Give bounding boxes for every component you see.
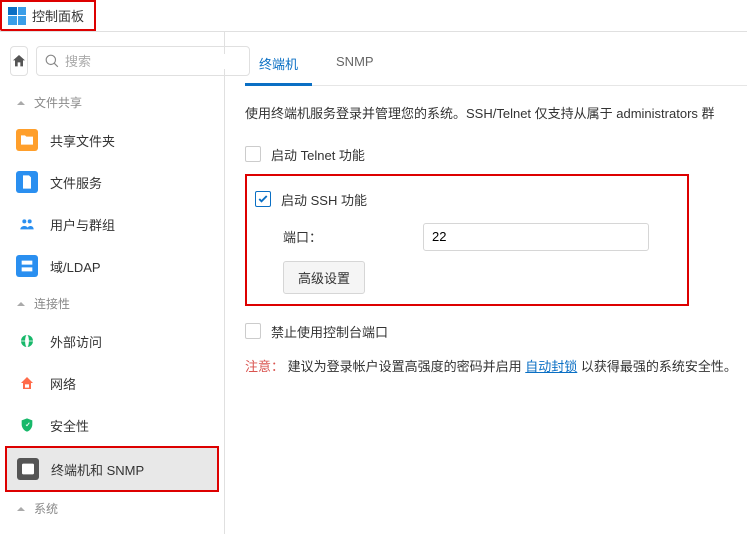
main-panel: 终端机 SNMP 使用终端机服务登录并管理您的系统。SSH/Telnet 仅支持… <box>225 32 747 534</box>
sidebar: 文件共享 共享文件夹 文件服务 用户与群组 域/LDAP 连接性 外部访问 <box>0 32 225 534</box>
notice-body1: 建议为登录帐户设置高强度的密码并启用 <box>288 359 526 374</box>
sidebar-item-label: 网络 <box>50 374 76 393</box>
port-input[interactable] <box>423 223 649 251</box>
sidebar-item-user-group[interactable]: 用户与群组 <box>0 203 224 245</box>
sidebar-item-external[interactable]: 外部访问 <box>0 320 224 362</box>
home-button[interactable] <box>10 46 28 76</box>
description-text: 使用终端机服务登录并管理您的系统。SSH/Telnet 仅支持从属于 admin… <box>245 86 747 139</box>
ssh-checkbox-row[interactable]: 启动 SSH 功能 <box>255 184 679 215</box>
chevron-up-icon <box>16 504 26 514</box>
search-row <box>0 40 224 86</box>
sidebar-item-label: 用户与群组 <box>50 215 115 234</box>
section-label: 连接性 <box>34 295 70 312</box>
home-icon <box>11 53 27 69</box>
window-titlebar: 控制面板 <box>0 0 96 31</box>
ssh-label: 启动 SSH 功能 <box>281 190 367 209</box>
section-label: 文件共享 <box>34 94 82 111</box>
folder-icon <box>16 129 38 151</box>
section-label: 系统 <box>34 500 58 517</box>
section-system[interactable]: 系统 <box>0 492 224 525</box>
checkbox-unchecked-icon[interactable] <box>245 146 261 162</box>
tabbar: 终端机 SNMP <box>245 32 747 86</box>
users-icon <box>16 213 38 235</box>
sidebar-item-label: 共享文件夹 <box>50 131 115 150</box>
port-label: 端口： <box>283 227 413 246</box>
port-field-row: 端口： <box>255 215 679 261</box>
sidebar-item-label: 安全性 <box>50 416 89 435</box>
sidebar-item-security[interactable]: 安全性 <box>0 404 224 446</box>
file-service-icon <box>16 171 38 193</box>
sidebar-item-terminal[interactable]: 终端机和 SNMP <box>7 448 217 490</box>
sidebar-item-label: 域/LDAP <box>50 257 101 276</box>
terminal-icon <box>17 458 39 480</box>
sidebar-item-label: 终端机和 SNMP <box>51 460 144 479</box>
chevron-up-icon <box>16 98 26 108</box>
section-connectivity[interactable]: 连接性 <box>0 287 224 320</box>
ldap-icon <box>16 255 38 277</box>
auto-block-link[interactable]: 自动封锁 <box>525 359 577 374</box>
advanced-settings-button[interactable]: 高级设置 <box>283 261 365 294</box>
highlight-ssh-group: 启动 SSH 功能 端口： 高级设置 <box>245 174 689 306</box>
network-icon <box>16 372 38 394</box>
sidebar-item-ldap[interactable]: 域/LDAP <box>0 245 224 287</box>
telnet-checkbox-row[interactable]: 启动 Telnet 功能 <box>245 139 747 170</box>
disable-console-label: 禁止使用控制台端口 <box>271 322 388 341</box>
window-title: 控制面板 <box>32 6 84 25</box>
shield-icon <box>16 414 38 436</box>
tab-snmp[interactable]: SNMP <box>322 46 388 86</box>
search-input[interactable] <box>65 54 241 69</box>
chevron-up-icon <box>16 299 26 309</box>
tab-terminal[interactable]: 终端机 <box>245 46 312 86</box>
disable-console-row[interactable]: 禁止使用控制台端口 <box>245 316 747 347</box>
notice-text: 注意： 建议为登录帐户设置高强度的密码并启用 自动封锁 以获得最强的系统安全性。 <box>245 347 747 388</box>
search-icon <box>45 54 59 68</box>
control-panel-icon <box>8 7 26 25</box>
sidebar-item-shared-folder[interactable]: 共享文件夹 <box>0 119 224 161</box>
sidebar-item-label: 外部访问 <box>50 332 102 351</box>
telnet-label: 启动 Telnet 功能 <box>271 145 365 164</box>
sidebar-item-network[interactable]: 网络 <box>0 362 224 404</box>
section-file-share[interactable]: 文件共享 <box>0 86 224 119</box>
checkbox-unchecked-icon[interactable] <box>245 323 261 339</box>
layout: 文件共享 共享文件夹 文件服务 用户与群组 域/LDAP 连接性 外部访问 <box>0 31 747 534</box>
highlight-terminal: 终端机和 SNMP <box>5 446 219 492</box>
checkbox-checked-icon[interactable] <box>255 191 271 207</box>
globe-icon <box>16 330 38 352</box>
search-box[interactable] <box>36 46 250 76</box>
sidebar-item-label: 文件服务 <box>50 173 102 192</box>
notice-body2: 以获得最强的系统安全性。 <box>577 359 737 374</box>
notice-prefix: 注意： <box>245 359 284 374</box>
sidebar-item-file-service[interactable]: 文件服务 <box>0 161 224 203</box>
